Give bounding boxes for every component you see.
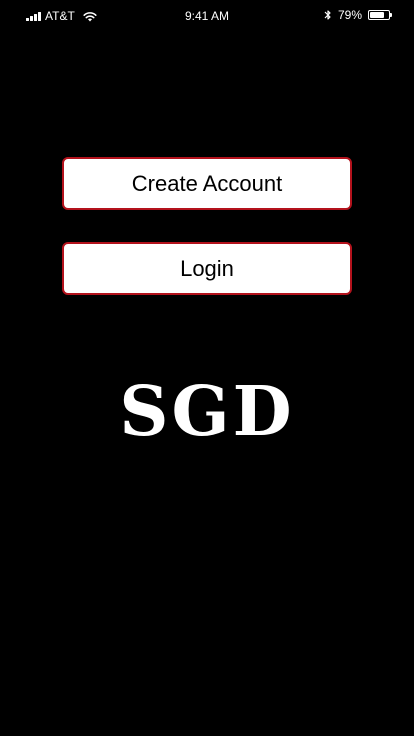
create-account-button[interactable]: Create Account: [62, 157, 352, 210]
battery-percent: 79%: [337, 8, 362, 22]
bluetooth-icon: [324, 10, 331, 20]
battery-icon: [368, 10, 392, 20]
login-button[interactable]: Login: [62, 242, 352, 295]
status-bar: AT&T 9:41 AM 79%: [0, 0, 414, 32]
battery-fill: [370, 12, 385, 18]
app-logo: SGD: [119, 372, 295, 452]
status-right: 79%: [324, 8, 392, 22]
